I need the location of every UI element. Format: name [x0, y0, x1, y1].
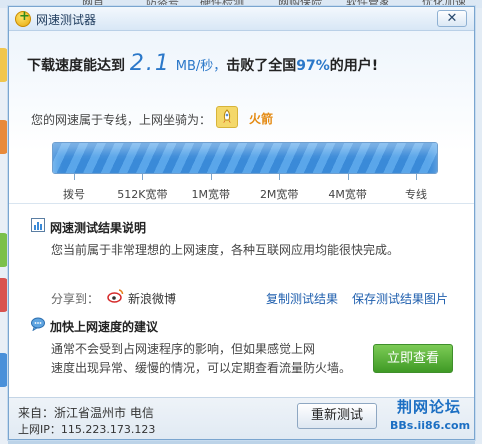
weibo-icon[interactable] [107, 287, 124, 304]
scale-label: 512K宽带 [117, 188, 168, 201]
scale-label: 2M宽带 [259, 188, 299, 201]
bg-app-tile [0, 48, 8, 82]
advice-line-1: 通常不会受到占网速程序的影响，但如果感觉上网 [51, 342, 316, 356]
save-image-link[interactable]: 保存测试结果图片 [352, 290, 448, 307]
view-now-button[interactable]: 立即查看 [373, 344, 453, 373]
scale-tick [347, 174, 349, 180]
watermark-title: 荆网论坛 [397, 398, 462, 416]
app-logo-icon [15, 9, 31, 27]
speed-headline: 下载速度能达到 2.1 MB/秒，击败了全国97%的用户! [27, 51, 378, 76]
dialog-title: 网速测试器 [36, 13, 97, 27]
chart-icon [31, 218, 45, 232]
title-bar[interactable]: 网速测试器 ✕ [9, 7, 474, 31]
line-type-text: 您的网速属于专线，上网坐骑为： [31, 113, 212, 127]
bg-app-tile [0, 278, 8, 312]
speed-bar [52, 142, 438, 174]
advice-title: 加快上网速度的建议 [50, 320, 159, 334]
beat-text: 击败了全国 [226, 58, 297, 74]
speed-bar-fill [53, 143, 437, 173]
background-left-strip [0, 8, 8, 444]
ip-text: 上网IP：115.223.173.123 [18, 423, 156, 436]
scale-tick [210, 174, 212, 180]
speed-test-dialog: 网速测试器 ✕ 下载速度能达到 2.1 MB/秒，击败了全国97%的用户! 您的… [8, 6, 475, 440]
explanation-title: 网速测试结果说明 [50, 221, 147, 235]
scale-tick [416, 174, 417, 180]
retest-button[interactable]: 重新测试 [297, 403, 377, 429]
headline-suffix: 的用户! [329, 58, 379, 74]
background-right-strip [475, 8, 482, 444]
scale-tick [74, 174, 75, 180]
vehicle-label: 火箭 [249, 112, 274, 126]
bg-app-tile [0, 120, 8, 154]
advice-line-2: 速度出现异常、缓慢的情况，可以定期查看流量防火墙。 [51, 361, 352, 375]
close-button[interactable]: ✕ [437, 10, 467, 27]
bg-app-tile [0, 233, 8, 267]
location-text: 来自：浙江省温州市 电信 [18, 406, 154, 420]
explanation-text: 您当前属于非常理想的上网速度，各种互联网应用均能很快完成。 [51, 243, 400, 257]
weibo-share-link[interactable]: 新浪微博 [128, 290, 176, 307]
bg-app-tile [0, 353, 8, 387]
footer: 来自：浙江省温州市 电信 上网IP：115.223.173.123 重新测试 荆… [9, 397, 474, 439]
watermark-url: BBs.ii86.com [390, 419, 471, 432]
share-label: 分享到： [51, 292, 100, 306]
speed-scale-ticks [52, 174, 438, 180]
scale-tick [142, 174, 144, 180]
speed-unit: MB/秒， [175, 59, 227, 74]
scale-label: 1M宽带 [191, 188, 231, 201]
rocket-icon [216, 106, 238, 128]
scale-label: 拨号 [63, 188, 85, 201]
beat-percent: 97% [296, 58, 330, 74]
headline-prefix: 下载速度能达到 [27, 58, 125, 74]
forum-watermark: 荆网论坛 BBs.ii86.com [387, 394, 473, 438]
copy-result-link[interactable]: 复制测试结果 [266, 290, 338, 307]
scale-tick [279, 174, 281, 180]
result-panel: 下载速度能达到 2.1 MB/秒，击败了全国97%的用户! 您的网速属于专线，上… [9, 31, 474, 204]
scale-label: 4M宽带 [328, 188, 367, 201]
speech-bubble-icon [31, 317, 45, 331]
speed-value: 2.1 [129, 51, 171, 76]
scale-label: 专线 [405, 188, 427, 201]
